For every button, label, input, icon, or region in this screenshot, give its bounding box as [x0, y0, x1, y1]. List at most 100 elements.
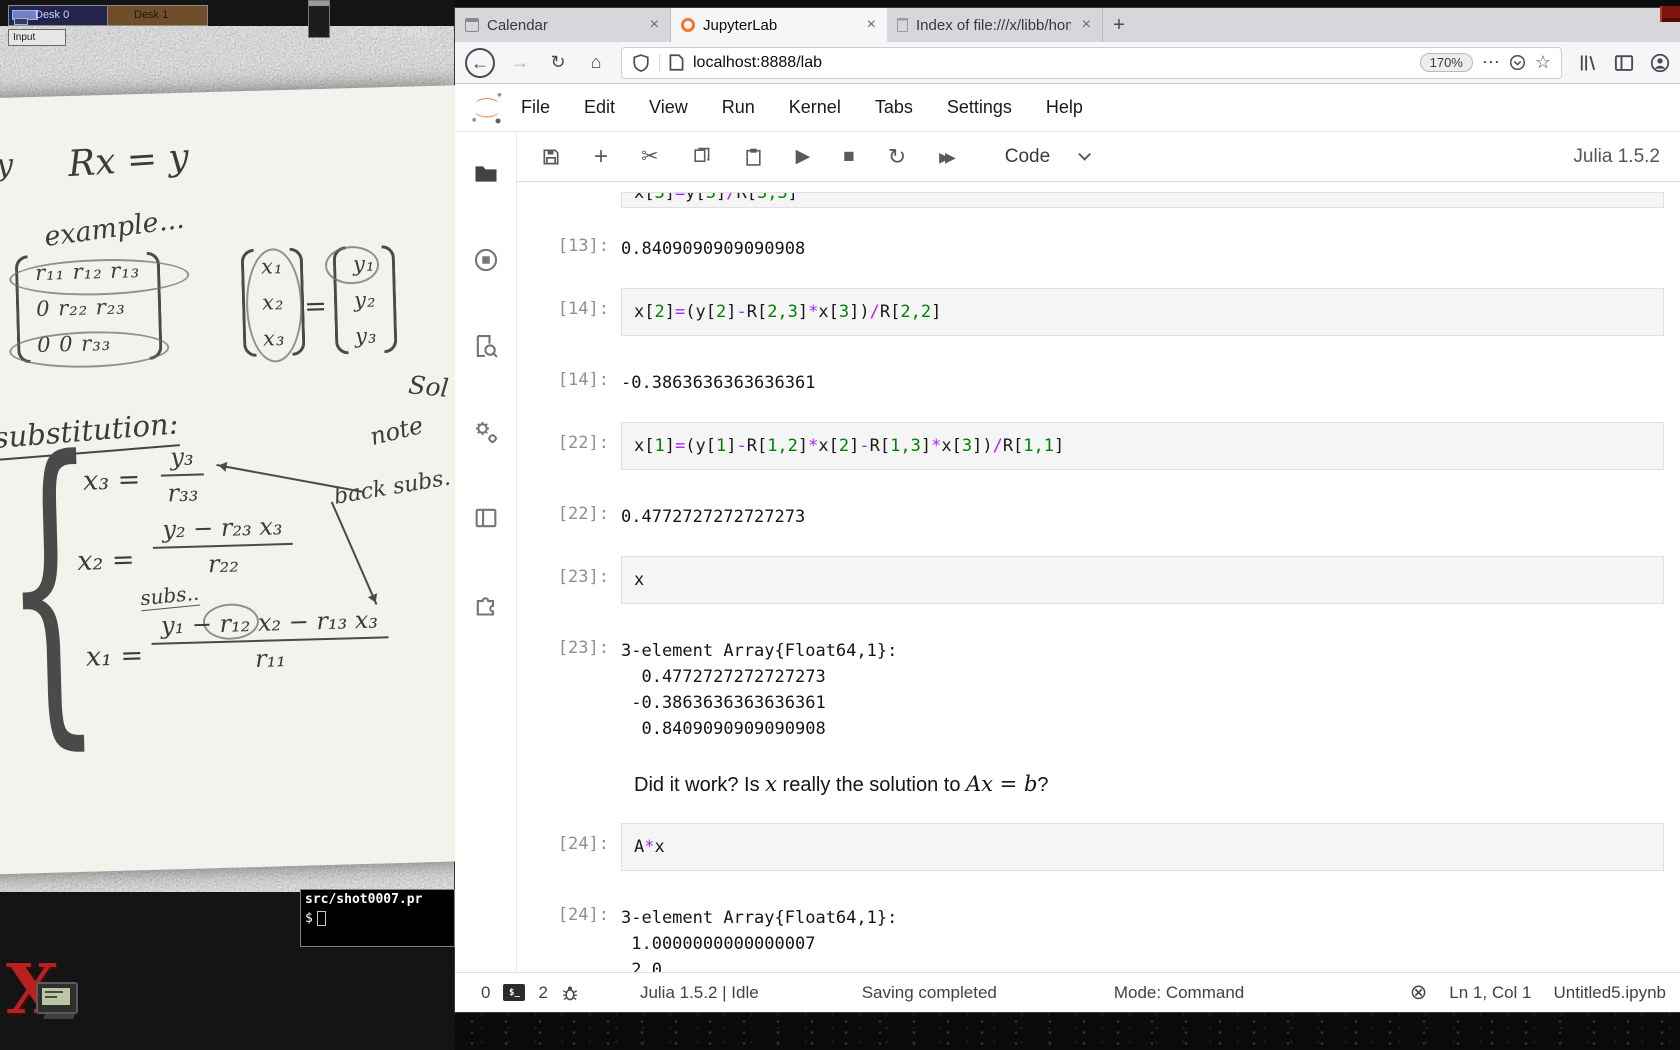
tab-close-icon[interactable]: × [647, 16, 662, 34]
menu-kernel[interactable]: Kernel [787, 93, 843, 122]
site-info-icon[interactable] [669, 54, 684, 71]
tab-close-icon[interactable]: × [864, 16, 879, 34]
account-icon[interactable] [1650, 53, 1670, 73]
tab-calendar[interactable]: Calendar × [455, 8, 671, 42]
menu-tabs[interactable]: Tabs [873, 93, 915, 122]
restart-kernel-icon[interactable]: ↻ [888, 146, 906, 168]
code-token: R[ [870, 436, 890, 456]
property-inspector-icon[interactable] [472, 418, 500, 446]
cell-output: -0.3863636363636361 [621, 362, 1664, 396]
hw-eq-x3-fraction: y₃ r₃₃ [160, 442, 205, 507]
cell-prompt: [24]: [517, 897, 621, 972]
reload-button[interactable]: ↻ [545, 52, 571, 73]
code-input[interactable]: x [621, 556, 1664, 604]
output-line: -0.3863636363636361 [621, 370, 1664, 396]
library-icon[interactable] [1578, 53, 1598, 73]
zoom-indicator[interactable]: 170% [1420, 53, 1473, 72]
code-input[interactable]: x[3]=y[3]/R[3,3] [621, 192, 1664, 208]
input-mini-window[interactable]: Input [8, 29, 66, 46]
new-tab-button[interactable]: + [1103, 8, 1135, 42]
terminal-window[interactable]: src/shot0007.pr $ [300, 889, 455, 947]
save-icon[interactable] [541, 147, 561, 167]
code-token: ]) [849, 302, 869, 322]
url-bar[interactable]: localhost:8888/lab 170% ⋯ ☆ [621, 47, 1562, 79]
code-token: - [736, 302, 746, 322]
code-token: x[ [634, 302, 654, 322]
terminal-count[interactable]: 2 [538, 983, 547, 1003]
sidebars-icon[interactable] [1614, 53, 1634, 73]
tab-file-index[interactable]: Index of file:///x/libb/hom × [887, 8, 1103, 42]
notebook-cell: Did it work? Is x really the solution to… [517, 768, 1664, 797]
cursor-position[interactable]: Ln 1, Col 1 [1449, 983, 1531, 1003]
menu-help[interactable]: Help [1044, 93, 1085, 122]
menu-view[interactable]: View [647, 93, 690, 122]
cut-cells-icon[interactable]: ✂ [641, 146, 659, 167]
interrupt-kernel-icon[interactable]: ■ [843, 147, 854, 166]
tab-close-icon[interactable]: × [1079, 16, 1094, 34]
kernel-name-label[interactable]: Julia 1.5.2 [1573, 146, 1660, 168]
notebook-cells: x[3]=y[3]/R[3,3][13]:0.8409090909090908[… [517, 192, 1680, 972]
code-token: * [808, 302, 818, 322]
extension-manager-icon[interactable] [472, 590, 500, 618]
running-sessions-icon[interactable] [472, 246, 500, 274]
file-browser-icon[interactable] [472, 160, 500, 188]
output-line: 2.0 [621, 957, 1664, 972]
tab-jupyterlab[interactable]: JupyterLab × [671, 8, 887, 42]
cell-prompt: [24]: [517, 823, 621, 871]
code-input[interactable]: A*x [621, 823, 1664, 871]
menu-settings[interactable]: Settings [945, 93, 1014, 122]
open-tabs-icon[interactable] [472, 504, 500, 532]
output-line: -0.3863636363636361 [621, 690, 1664, 716]
code-token: 3 [654, 192, 664, 203]
pager-desk-1[interactable]: Desk 1 [108, 5, 208, 26]
code-token: = [675, 192, 685, 203]
bookmark-star-icon[interactable]: ☆ [1535, 52, 1551, 73]
pocket-icon[interactable] [1509, 54, 1526, 71]
code-token: = [675, 302, 685, 322]
desktop-artifact [1660, 6, 1680, 22]
forward-button[interactable]: → [507, 52, 533, 73]
tab-bar: Calendar × JupyterLab × Index of file://… [455, 8, 1680, 42]
code-input[interactable]: x[1]=(y[1]-R[1,2]*x[2]-R[1,3]*x[3])/R[1,… [621, 422, 1664, 470]
code-token: ] [798, 436, 808, 456]
kernel-status[interactable]: Julia 1.5.2 | Idle [640, 983, 759, 1003]
firefox-window: Calendar × JupyterLab × Index of file://… [455, 8, 1680, 1012]
browser-viewport: File Edit View Run Kernel Tabs Settings … [455, 84, 1680, 1012]
notebook-content[interactable]: x[3]=y[3]/R[3,3][13]:0.8409090909090908[… [517, 182, 1680, 972]
markdown-cell[interactable]: Did it work? Is x really the solution to… [621, 768, 1664, 797]
kernel-count[interactable]: 0 [481, 983, 490, 1003]
notebook-toolbar: + ✂ ▶ ■ ↻ ▶▶ Code [517, 132, 1680, 182]
command-palette-icon[interactable] [472, 332, 500, 360]
code-token: 2 [839, 436, 849, 456]
hw-vector-entry: y₂ [354, 282, 377, 319]
paste-cells-icon[interactable] [744, 147, 763, 167]
code-input[interactable]: x[2]=(y[2]-R[2,3]*x[3])/R[2,2] [621, 288, 1664, 336]
restart-run-all-icon[interactable]: ▶▶ [939, 150, 956, 164]
notebook-mode[interactable]: Mode: Command [1114, 983, 1244, 1003]
hw-sol-label: Sol [407, 370, 450, 403]
run-cell-icon[interactable]: ▶ [796, 147, 811, 166]
tracking-protection-icon[interactable] [632, 54, 650, 72]
desktop-pager: Desk 0 Desk 1 [8, 5, 208, 26]
menu-run[interactable]: Run [720, 93, 757, 122]
copy-cells-icon[interactable] [692, 147, 711, 166]
pager-desk-0[interactable]: Desk 0 [8, 5, 108, 26]
url-text[interactable]: localhost:8888/lab [693, 54, 822, 72]
cell-prompt [517, 192, 621, 208]
page-actions-icon[interactable]: ⋯ [1482, 52, 1500, 73]
hw-note-label: note [367, 411, 426, 451]
home-button[interactable]: ⌂ [583, 52, 609, 73]
code-token: * [808, 436, 818, 456]
bracket-right [382, 245, 398, 353]
xterm-desktop-icon[interactable]: X [6, 956, 106, 1036]
markdown-text: really the solution to [777, 774, 966, 796]
bug-icon[interactable] [561, 984, 579, 1002]
menu-file[interactable]: File [519, 93, 552, 122]
close-status-icon[interactable]: ⊗ [1410, 982, 1428, 1003]
menu-edit[interactable]: Edit [582, 93, 617, 122]
cell-type-dropdown[interactable]: Code [1005, 146, 1087, 168]
code-token: ]) [972, 436, 992, 456]
back-button[interactable]: ← [465, 48, 495, 78]
mini-window[interactable] [308, 0, 330, 38]
add-cell-icon[interactable]: + [594, 145, 608, 169]
